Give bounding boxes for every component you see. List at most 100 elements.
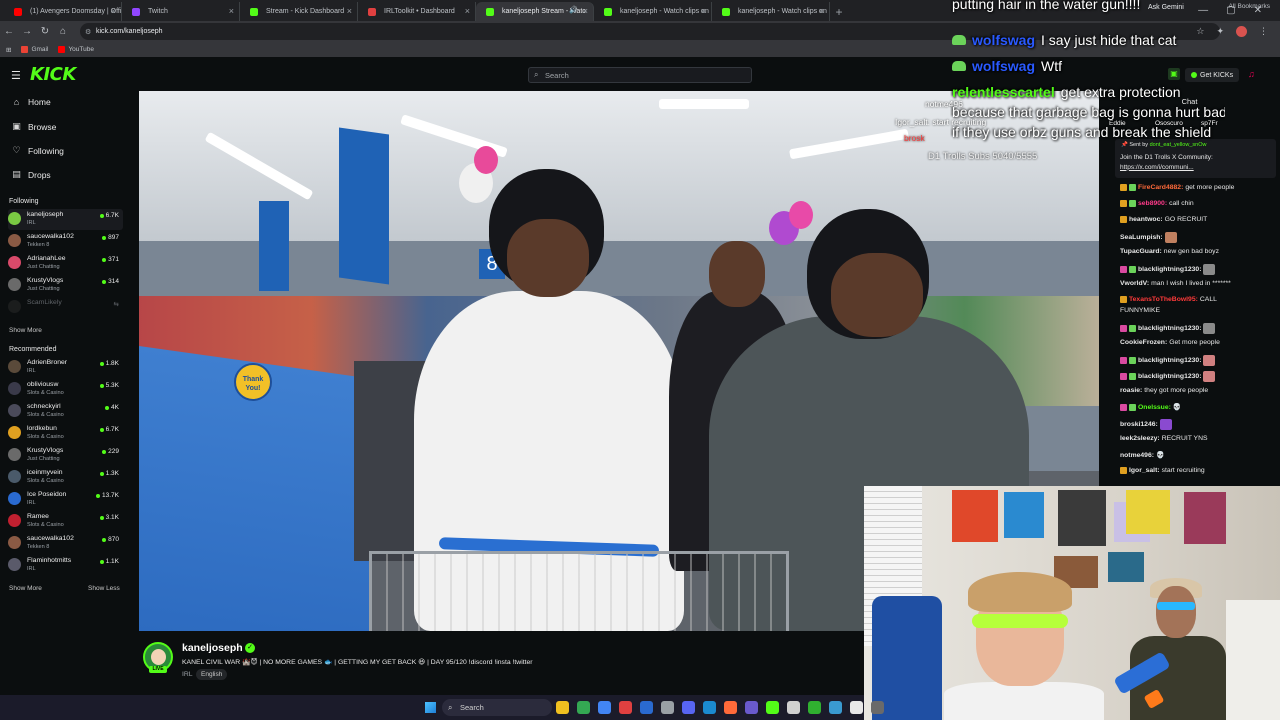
chat-username[interactable]: Onelssue: xyxy=(1138,404,1171,411)
taskbar-app-icon[interactable] xyxy=(556,701,569,714)
site-info-icon[interactable]: ⚙ xyxy=(85,28,91,36)
new-tab-button[interactable]: + xyxy=(830,2,848,21)
chat-message[interactable]: VworldV: man I wish I lived in ******* xyxy=(1120,280,1276,287)
speaker-icon[interactable]: 🔊 xyxy=(569,6,578,14)
browser-tab[interactable]: IRLToolkit • Dashboard × xyxy=(358,2,476,21)
taskbar-app-icon[interactable] xyxy=(682,701,695,714)
sidebar-channel[interactable]: obliviousw Slots & Casino 5.3K xyxy=(8,379,123,400)
browser-tab[interactable]: Stream - Kick Dashboard × xyxy=(240,2,358,21)
sidebar-channel[interactable]: AdrienBroner IRL 1.8K xyxy=(8,357,123,378)
chat-username[interactable]: Igor_salt: xyxy=(1129,467,1160,474)
sidebar-channel[interactable]: ScamLikely ⇆ xyxy=(8,297,123,318)
chat-message[interactable]: seb8900: call chin xyxy=(1120,200,1276,207)
sidebar-channel[interactable]: Flaminhotmitts IRL 1.1K xyxy=(8,555,123,576)
sidebar-channel[interactable]: Ice Poseidon IRL 13.7K xyxy=(8,489,123,510)
taskbar-app-icon[interactable] xyxy=(850,701,863,714)
bookmark-item[interactable]: YouTube xyxy=(58,46,94,53)
chat-username[interactable]: blacklightning1230: xyxy=(1138,325,1201,332)
taskbar-app-icon[interactable] xyxy=(808,701,821,714)
chat-username[interactable]: roasie: xyxy=(1120,387,1142,394)
bookmark-item[interactable]: Gmail xyxy=(21,46,48,53)
taskbar-app-icon[interactable] xyxy=(598,701,611,714)
apps-icon[interactable]: ⊞ xyxy=(6,46,11,54)
chat-username[interactable]: VworldV: xyxy=(1120,280,1149,287)
sidebar-channel[interactable]: lordkebun Slots & Casino 6.7K xyxy=(8,423,123,444)
chat-message[interactable]: broski1246: xyxy=(1120,419,1276,430)
chat-message[interactable]: blacklightning1230: xyxy=(1120,264,1276,275)
show-more-following-button[interactable]: Show More xyxy=(9,327,42,334)
chat-username[interactable]: blacklightning1230: xyxy=(1138,357,1201,364)
sidebar-channel[interactable]: AdrianahLee Just Chatting 371 xyxy=(8,253,123,274)
tab-close-icon[interactable]: × xyxy=(347,6,352,16)
taskbar-app-icon[interactable] xyxy=(745,701,758,714)
taskbar-app-icon[interactable] xyxy=(640,701,653,714)
chat-username[interactable]: SeaLumpish: xyxy=(1120,234,1163,241)
taskbar-app-icon[interactable] xyxy=(766,701,779,714)
tab-close-icon[interactable]: × xyxy=(583,6,588,16)
pinned-link[interactable]: https://x.com/i/communi... xyxy=(1120,164,1194,171)
taskbar-app-icon[interactable] xyxy=(703,701,716,714)
search-input[interactable]: ⌕ Search xyxy=(528,67,752,83)
hamburger-menu-icon[interactable]: ☰ xyxy=(11,69,21,82)
chat-message[interactable]: notme496: 💀 xyxy=(1120,451,1276,460)
taskbar-app-icon[interactable] xyxy=(577,701,590,714)
forward-icon[interactable]: → xyxy=(18,26,36,37)
chat-username[interactable]: TexansToTheBowl95: xyxy=(1129,296,1198,303)
chat-message[interactable]: blacklightning1230: xyxy=(1120,371,1276,382)
show-more-recommended-button[interactable]: Show More xyxy=(9,585,42,592)
all-bookmarks-button[interactable]: All Bookmarks xyxy=(1228,3,1270,10)
windows-start-icon[interactable] xyxy=(425,702,436,713)
chat-message[interactable]: FUNNYMIKE xyxy=(1120,307,1276,314)
sidebar-channel[interactable]: saucewalka102 Tekken 8 870 xyxy=(8,533,123,554)
chat-message[interactable]: TupacGuard: new gen bad boyz xyxy=(1120,248,1276,255)
chat-message[interactable]: blacklightning1230: xyxy=(1120,355,1276,366)
sidebar-nav-drops[interactable]: ▤ Drops xyxy=(12,169,50,180)
home-browser-icon[interactable]: ⌂ xyxy=(54,26,72,37)
taskbar-app-icon[interactable] xyxy=(661,701,674,714)
sidebar-nav-home[interactable]: ⌂ Home xyxy=(12,97,51,107)
browser-tab[interactable]: kaneljoseph Stream - Watc 🔊 × xyxy=(476,2,594,21)
chat-username[interactable]: broski1246: xyxy=(1120,421,1158,428)
taskbar-search[interactable]: ⌕ Search xyxy=(442,699,552,716)
reload-icon[interactable]: ↻ xyxy=(36,26,54,37)
taskbar-app-icon[interactable] xyxy=(787,701,800,714)
browser-tab[interactable]: kaneljoseph - Watch clips on K × xyxy=(594,2,712,21)
chat-username[interactable]: leek2sleezy: xyxy=(1120,435,1160,442)
chat-message[interactable]: leek2sleezy: RECRUIT YNS xyxy=(1120,435,1276,442)
sidebar-channel[interactable]: KrustyVlogs Just Chatting 314 xyxy=(8,275,123,296)
chat-username[interactable]: CookieFrozen: xyxy=(1120,339,1167,346)
taskbar-app-icon[interactable] xyxy=(619,701,632,714)
chat-message[interactable]: CookieFrozen: Get more people xyxy=(1120,339,1276,346)
show-less-button[interactable]: Show Less xyxy=(88,585,120,592)
chat-username[interactable]: seb8900: xyxy=(1138,200,1167,207)
menu-icon[interactable]: ⋮ xyxy=(1259,26,1268,37)
taskbar-app-icon[interactable] xyxy=(829,701,842,714)
tab-close-icon[interactable]: × xyxy=(465,6,470,16)
channel-name[interactable]: kaneljoseph xyxy=(182,642,243,654)
chat-username[interactable]: blacklightning1230: xyxy=(1138,373,1201,380)
sidebar-channel[interactable]: KrustyVlogs Just Chatting 229 xyxy=(8,445,123,466)
tab-close-icon[interactable]: × xyxy=(111,6,116,16)
sidebar-nav-browse[interactable]: ▣ Browse xyxy=(12,121,56,132)
chat-message[interactable]: FireCard4882: get more people xyxy=(1120,184,1276,191)
chat-message[interactable]: Igor_salt: start recruiting xyxy=(1120,467,1276,474)
tab-close-icon[interactable]: × xyxy=(229,6,234,16)
chat-message[interactable]: Onelssue: 💀 xyxy=(1120,403,1276,411)
chat-message[interactable]: heantwoc: GO RECRUIT xyxy=(1120,216,1276,223)
chat-username[interactable]: TupacGuard: xyxy=(1120,248,1162,255)
sidebar-channel[interactable]: saucewalka102 Tekken 8 897 xyxy=(8,231,123,252)
tab-close-icon[interactable]: × xyxy=(701,6,706,16)
browser-tab[interactable]: Twitch × xyxy=(122,2,240,21)
sidebar-channel[interactable]: kaneljoseph IRL 6.7K xyxy=(8,209,123,230)
chat-username[interactable]: FireCard4882: xyxy=(1138,184,1183,191)
taskbar-app-icon[interactable] xyxy=(724,701,737,714)
sidebar-channel[interactable]: Ramee Slots & Casino 3.1K xyxy=(8,511,123,532)
browser-tab[interactable]: (1) Avengers Doomsday | Offic × xyxy=(4,2,122,21)
kick-logo[interactable]: KICK xyxy=(30,64,76,85)
chat-username[interactable]: heantwoc: xyxy=(1129,216,1163,223)
chat-message[interactable]: blacklightning1230: xyxy=(1120,323,1276,334)
chat-message[interactable]: TexansToTheBowl95: CALL xyxy=(1120,296,1276,303)
chat-message[interactable]: roasie: they got more people xyxy=(1120,387,1276,394)
chat-username[interactable]: notme496: xyxy=(1120,452,1154,459)
notifications-icon[interactable]: ♫ xyxy=(1248,69,1255,79)
